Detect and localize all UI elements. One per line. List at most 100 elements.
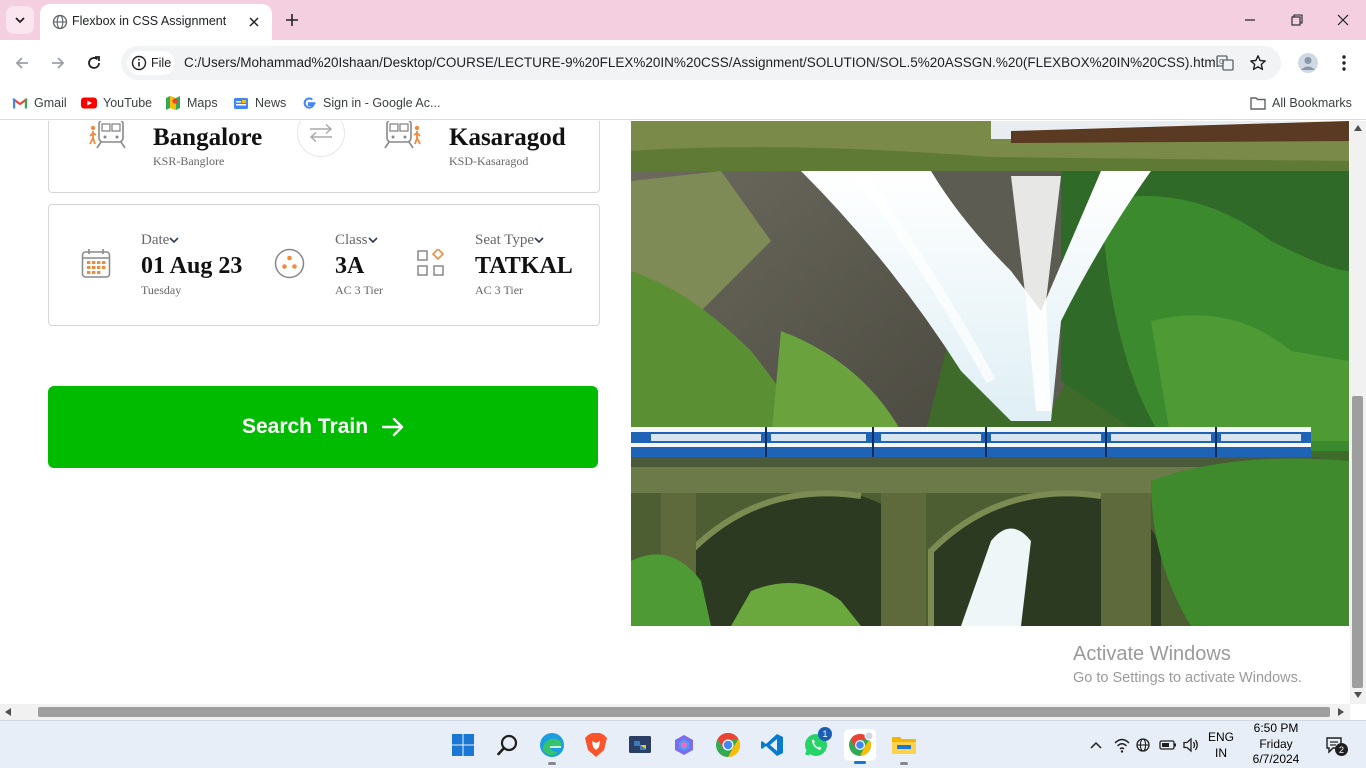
train-station-icon: [89, 121, 126, 149]
network-status[interactable]: [1134, 735, 1154, 755]
search-train-label: Search Train: [241, 415, 369, 438]
scroll-left-icon[interactable]: [5, 708, 11, 716]
reload-icon: [88, 56, 100, 69]
waterfall-train-image: [631, 121, 1349, 626]
notification-center-button[interactable]: 2: [1323, 733, 1348, 757]
tab-search-button[interactable]: [6, 6, 34, 34]
all-bookmarks-label: All Bookmarks: [1272, 96, 1352, 110]
folder-icon: [892, 737, 916, 754]
close-tab-button[interactable]: [244, 12, 264, 32]
volume-control[interactable]: [1181, 735, 1201, 755]
to-city: Kasaragod: [449, 124, 566, 151]
battery-status[interactable]: [1158, 735, 1178, 755]
input-language-indicator[interactable]: ENG IN: [1208, 729, 1234, 761]
bookmark-youtube[interactable]: YouTube: [81, 92, 152, 114]
chevron-down-icon: [15, 17, 25, 24]
reload-button[interactable]: [80, 49, 108, 77]
avatar-icon: [1298, 53, 1318, 73]
star-icon: [1250, 55, 1266, 71]
translate-button[interactable]: G: [1215, 53, 1235, 73]
back-button[interactable]: [8, 49, 36, 77]
scroll-right-icon[interactable]: [1338, 708, 1344, 716]
tab-strip: Flexbox in CSS Assignment: [0, 0, 1366, 40]
show-hidden-icons-button[interactable]: [1086, 735, 1106, 755]
close-window-button[interactable]: [1323, 6, 1363, 34]
language-code: ENG: [1208, 730, 1235, 744]
date-value: 01 Aug 23: [141, 253, 243, 279]
globe-network-icon: [1136, 738, 1150, 752]
taskbar-brave[interactable]: [580, 729, 612, 761]
chevron-down-icon: [169, 237, 179, 244]
bookmark-google-signin[interactable]: Sign in - Google Ac...: [301, 92, 440, 114]
url-text[interactable]: C:/Users/Mohammad%20Ishaan/Desktop/COURS…: [184, 55, 1219, 70]
horizontal-scroll-thumb[interactable]: [38, 707, 1330, 717]
youtube-icon: [81, 95, 97, 111]
wifi-status[interactable]: [1112, 735, 1132, 755]
browser-tab[interactable]: Flexbox in CSS Assignment: [40, 4, 272, 40]
site-info-chip[interactable]: File: [127, 51, 175, 75]
date-label: Date: [141, 232, 170, 248]
taskbar-python[interactable]: [624, 729, 656, 761]
swap-stations-button[interactable]: [297, 121, 345, 157]
new-tab-button[interactable]: [281, 9, 303, 31]
maps-icon: [165, 95, 181, 111]
taskbar-edge[interactable]: [536, 729, 568, 765]
python-launcher-icon: [629, 736, 651, 753]
scroll-down-icon[interactable]: [1354, 692, 1362, 698]
taskbar-whatsapp[interactable]: 1: [800, 727, 832, 761]
watermark-subtitle: Go to Settings to activate Windows.: [1073, 670, 1302, 686]
vertical-scroll-thumb[interactable]: [1352, 396, 1363, 688]
battery-icon: [1159, 740, 1176, 750]
to-station-code: KSD-Kasaragod: [449, 154, 529, 168]
bookmark-news[interactable]: News: [233, 92, 286, 114]
from-city: Bangalore: [153, 124, 263, 151]
google-icon: [301, 95, 317, 111]
clock-time: 6:50 PM: [1253, 721, 1299, 735]
taskbar-vscode[interactable]: [756, 729, 788, 761]
taskbar-chrome[interactable]: [712, 729, 744, 761]
chrome-icon: [849, 732, 873, 756]
bookmark-label: Sign in - Google Ac...: [323, 96, 441, 110]
clock[interactable]: 6:50 PM Friday 6/7/2024: [1244, 721, 1308, 768]
arrow-right-icon: [52, 57, 65, 69]
watermark-title: Activate Windows: [1073, 643, 1231, 665]
bookmark-label: Maps: [187, 96, 218, 110]
clock-date: 6/7/2024: [1252, 752, 1300, 766]
tab-title: Flexbox in CSS Assignment: [72, 14, 227, 28]
bookmark-label: News: [255, 96, 287, 110]
bookmarks-bar: Gmail YouTube Maps News Sign in - Google…: [0, 86, 1366, 120]
arrow-right-icon: [382, 417, 404, 437]
speaker-icon: [1183, 737, 1198, 753]
taskbar-file-explorer[interactable]: [888, 729, 920, 765]
from-station-code: KSR-Banglore: [153, 154, 225, 168]
folder-icon: [1250, 95, 1266, 111]
date-dropdown[interactable]: Date: [141, 232, 179, 249]
bookmark-label: YouTube: [103, 96, 153, 110]
all-bookmarks-button[interactable]: All Bookmarks: [1250, 92, 1352, 114]
profile-button[interactable]: [1294, 49, 1322, 77]
minimize-button[interactable]: [1230, 6, 1270, 34]
close-icon: [1337, 14, 1349, 26]
start-button[interactable]: [447, 729, 479, 761]
news-icon: [233, 95, 249, 111]
class-dropdown[interactable]: Class: [335, 232, 378, 249]
taskbar-search-button[interactable]: [492, 729, 524, 761]
close-icon: [249, 17, 259, 27]
bookmark-gmail[interactable]: Gmail: [12, 92, 67, 114]
bookmark-maps[interactable]: Maps: [165, 92, 218, 114]
copilot-icon: [675, 735, 693, 755]
taskbar-chrome-profile-active[interactable]: [844, 729, 876, 764]
restore-button[interactable]: [1277, 6, 1317, 34]
search-train-button[interactable]: Search Train: [48, 386, 598, 468]
seat-type-dropdown[interactable]: Seat Type: [475, 232, 544, 249]
calendar-icon: [81, 249, 111, 278]
swap-icon: [309, 123, 333, 143]
scroll-up-icon[interactable]: [1354, 125, 1362, 131]
notification-count-badge: 2: [1335, 743, 1348, 756]
menu-button[interactable]: [1330, 49, 1358, 77]
address-bar[interactable]: File C:/Users/Mohammad%20Ishaan/Desktop/…: [121, 46, 1281, 80]
bookmark-star-button[interactable]: [1248, 53, 1268, 73]
train-station-icon: [384, 121, 421, 149]
taskbar-copilot[interactable]: [668, 729, 700, 761]
forward-button[interactable]: [44, 49, 72, 77]
